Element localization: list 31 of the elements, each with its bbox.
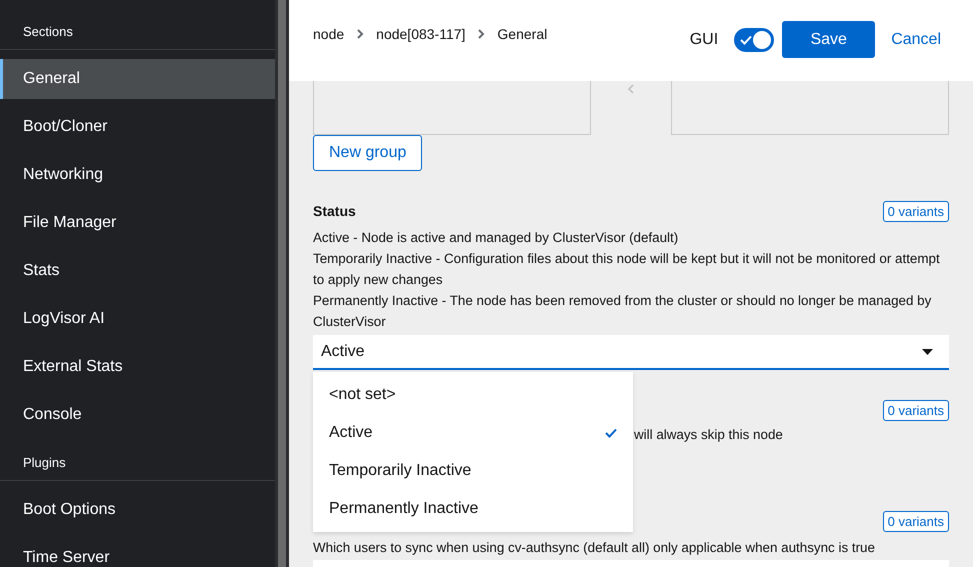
description-text: Which users to sync when using cv-authsync (default all) only applicable when authsync is true — [313, 539, 876, 557]
sidebar-item[interactable]: Networking — [0, 155, 275, 195]
breadcrumb-item[interactable]: node — [313, 26, 344, 42]
sidebar-item[interactable]: Boot/Cloner — [0, 107, 275, 147]
cancel-button[interactable]: Cancel — [883, 24, 949, 54]
save-button[interactable]: Save — [782, 21, 876, 58]
variants-badge[interactable]: 0 variants — [882, 200, 949, 222]
toggle-label: GUI — [690, 30, 718, 48]
dropdown-option[interactable]: Active — [313, 414, 633, 452]
field-label: Status — [313, 203, 356, 219]
breadcrumb-item: General — [497, 26, 548, 42]
dropdown-option[interactable]: <not set> — [313, 376, 633, 414]
variants-badge[interactable]: 0 variants — [882, 510, 949, 532]
dropdown-option[interactable]: Permanently Inactive — [313, 490, 633, 528]
sidebar-item[interactable]: Boot Options — [0, 490, 275, 530]
sidebar-item[interactable]: Time Server — [0, 538, 275, 567]
breadcrumb-item[interactable]: node[083-117] — [376, 26, 466, 42]
dropdown-option[interactable]: Temporarily Inactive — [313, 452, 633, 490]
description-text: will always skip this node — [634, 426, 784, 444]
status-select[interactable]: Active — [313, 335, 949, 370]
sidebar-item[interactable]: LogVisor AI — [0, 299, 275, 339]
sidebar-item[interactable]: External Stats — [0, 347, 275, 387]
description-text: Temporarily Inactive - Configuration files about this node will be kept but it will not be monitored or attempt to apply new changes — [313, 250, 941, 289]
sidebar-item[interactable]: Console — [0, 395, 275, 435]
sidebar-item[interactable]: File Manager — [0, 203, 275, 243]
new-group-button[interactable]: New group — [313, 135, 422, 171]
description-text: Permanently Inactive - The node has been removed from the cluster or should no longer be managed by ClusterVisor — [313, 292, 932, 331]
sidebar-item[interactable]: General — [0, 59, 275, 99]
description-text: Active - Node is active and managed by ClusterVisor (default) — [313, 229, 680, 247]
variants-badge[interactable]: 0 variants — [882, 400, 949, 420]
sidebar-item[interactable]: Stats — [0, 251, 275, 291]
